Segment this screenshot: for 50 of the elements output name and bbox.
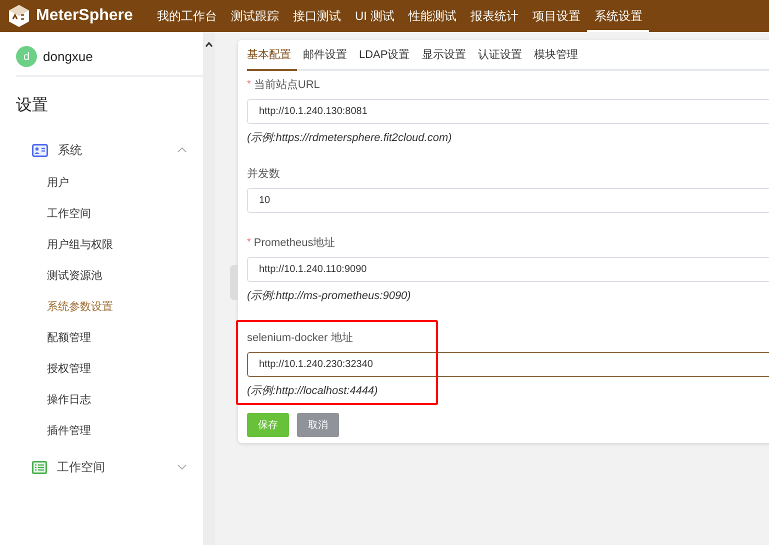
- scroll-up-icon[interactable]: [205, 42, 213, 47]
- input-field[interactable]: http://10.1.240.230:32340: [247, 352, 769, 377]
- tab[interactable]: 模块管理: [534, 40, 584, 71]
- avatar: d: [16, 46, 37, 67]
- field-label: selenium-docker 地址: [247, 330, 353, 344]
- tab[interactable]: LDAP设置: [359, 40, 416, 71]
- menu-item[interactable]: 用户组与权限: [16, 234, 203, 265]
- menu-item[interactable]: 操作日志: [16, 389, 203, 420]
- input-field[interactable]: 10: [247, 188, 769, 213]
- menu-item[interactable]: 插件管理: [16, 420, 203, 451]
- menu-item[interactable]: 授权管理: [16, 358, 203, 389]
- sidebar-title: 设置: [16, 96, 49, 116]
- scrollbar[interactable]: [203, 32, 215, 545]
- menu-item[interactable]: 配额管理: [16, 327, 203, 358]
- menu-group[interactable]: 工作空间: [16, 456, 203, 478]
- nav-item[interactable]: 测试跟踪: [224, 0, 286, 32]
- chevron-up-icon: [177, 147, 187, 153]
- menu-item[interactable]: 工作空间: [16, 203, 203, 234]
- field-label: 当前站点URL: [254, 78, 320, 92]
- nav-item[interactable]: 报表统计: [463, 0, 526, 32]
- nav-item[interactable]: 性能测试: [401, 0, 464, 32]
- required-mark: *: [247, 78, 251, 90]
- collapse-handle[interactable]: [230, 265, 238, 300]
- nav-item[interactable]: 我的工作台: [150, 0, 224, 32]
- field-hint: (示例:https://rdmetersphere.fit2cloud.com): [247, 131, 453, 144]
- tab[interactable]: 认证设置: [478, 40, 528, 71]
- id-card-icon: [32, 144, 48, 156]
- menu-item[interactable]: 测试资源池: [16, 265, 203, 296]
- user-name: dongxue: [43, 49, 93, 64]
- field-label: 并发数: [247, 166, 280, 180]
- nav-item[interactable]: 项目设置: [525, 0, 588, 32]
- field-label: Prometheus地址: [254, 236, 336, 250]
- list-icon: [32, 460, 47, 474]
- nav-item[interactable]: UI 测试: [348, 0, 402, 32]
- menu-item[interactable]: 用户: [16, 172, 203, 203]
- chevron-down-icon: [177, 464, 187, 470]
- menu-group[interactable]: 系统: [16, 139, 203, 161]
- tab[interactable]: 显示设置: [422, 40, 472, 71]
- tab[interactable]: 基本配置: [247, 40, 297, 71]
- menu-item[interactable]: 系统参数设置: [16, 296, 203, 327]
- tab[interactable]: 邮件设置: [303, 40, 353, 71]
- nav-item[interactable]: 接口测试: [286, 0, 348, 32]
- required-mark: *: [247, 236, 251, 248]
- field-hint: (示例:http://localhost:4444): [247, 384, 379, 397]
- cube-logo-icon: [7, 4, 31, 28]
- logo-text: MeterSphere: [36, 7, 133, 25]
- nav-item[interactable]: 系统设置: [587, 0, 650, 32]
- input-field[interactable]: http://10.1.240.130:8081: [247, 99, 769, 124]
- field-hint: (示例:http://ms-prometheus:9090): [247, 289, 412, 302]
- input-field[interactable]: http://10.1.240.110:9090: [247, 257, 769, 282]
